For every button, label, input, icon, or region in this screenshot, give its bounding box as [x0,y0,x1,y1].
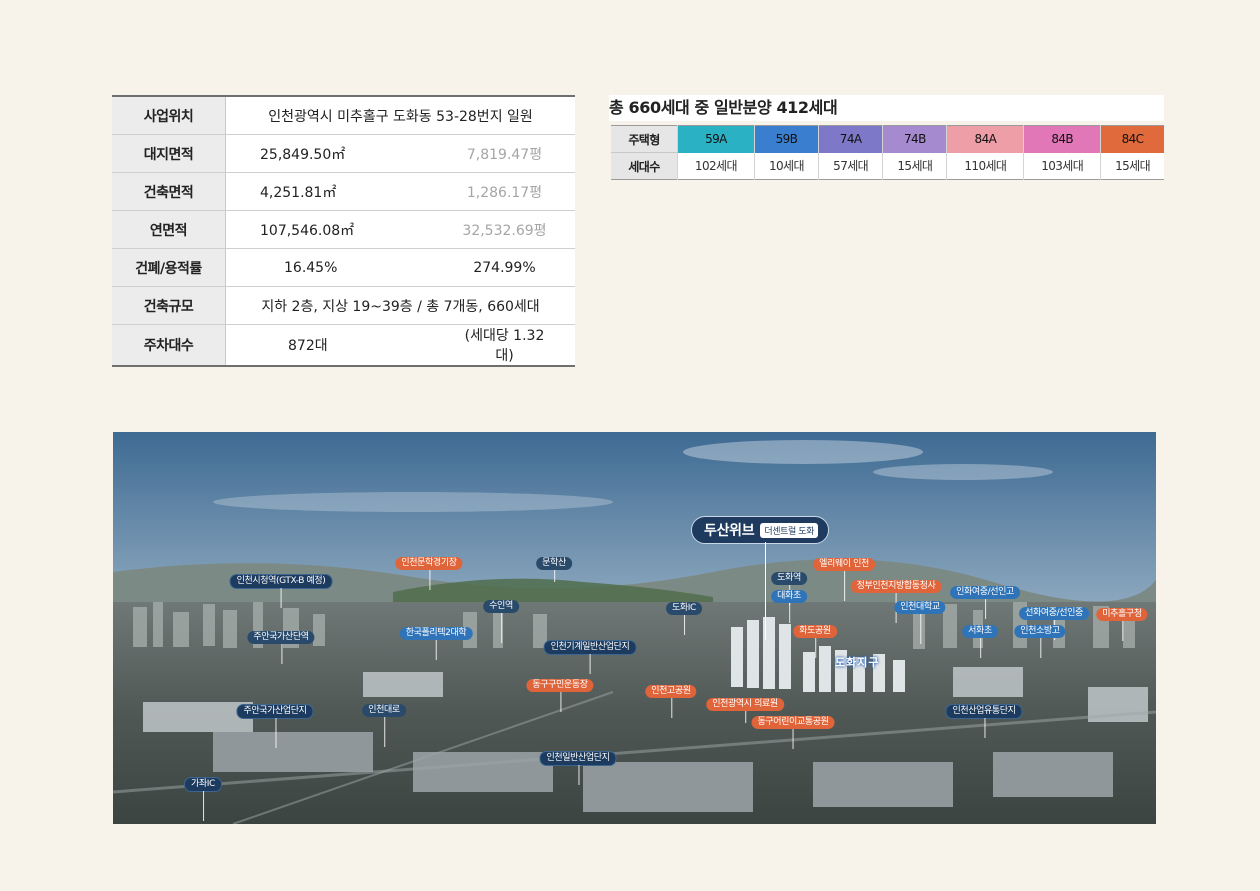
landmark-pin: 엘리웨이 인천 [813,558,875,601]
landmark-pin: 문학산 [536,557,572,582]
unit-count-row: 세대수 102세대 10세대 57세대 15세대 110세대 103세대 15세대 [611,152,1164,180]
aerial-background [113,432,1156,824]
unit-type-cell: 59A [677,125,755,153]
info-label: 대지면적 [112,134,226,173]
info-row-floor-area: 연면적 107,546.08㎡ 32,532.69평 [112,210,575,249]
landmark-pin: 도화IC [666,602,702,635]
info-label: 주차대수 [112,324,226,366]
info-row-scale: 건축규모 지하 2층, 지상 19~39층 / 총 7개동, 660세대 [112,286,575,325]
main-pin-line [765,542,766,640]
info-value-secondary: 274.99% [458,248,575,287]
unit-type-row: 주택형 59A 59B 74A 74B 84A 84B 84C [611,125,1164,153]
info-value: 872대 [288,338,328,354]
landmark-pin: 정부인천지방합동청사 [850,580,942,623]
landmark-pin: 인천광역시 의료원 [706,698,784,723]
landmark-pin: 주안국가산업단지 [236,704,314,748]
landmark-pin: 서화초 [962,625,998,658]
landmark-pin: 동구어린이교통공원 [751,716,835,749]
project-subname: 더센트럴 도화 [760,522,819,538]
unit-type-cell: 59B [754,125,820,153]
project-info-table: 사업위치 인천광역시 미추홀구 도화동 53-28번지 일원 대지면적 25,8… [112,95,575,367]
unit-count-cell: 102세대 [677,152,755,180]
landmark-pin: 수인역 [483,600,519,643]
info-label: 사업위치 [112,96,226,135]
project-brand: 두산위브 [704,523,755,539]
landmark-pin: 도화역 [771,572,807,605]
landmark-pin: 인천문학경기장 [395,557,463,590]
landmark-pin: 인천일반산업단지 [539,751,617,785]
unit-type-cell: 84C [1100,125,1164,153]
info-label: 건폐/용적률 [112,248,226,287]
unit-type-table: 주택형 59A 59B 74A 74B 84A 84B 84C 세대수 102세대 10세대 5… [611,125,1164,180]
landmark-pin: 인천대로 [362,704,406,747]
unit-type-cell: 84A [946,125,1025,153]
landmark-pin: 인천산업유통단지 [945,704,1023,738]
landmark-pin: 인천시청역(GTX-B 예정) [229,574,333,608]
info-row-site-area: 대지면적 25,849.50㎡ 7,819.47평 [112,134,575,173]
project-main-label: 두산위브 더센트럴 도화 [691,516,830,544]
unit-count-cell: 15세대 [882,152,948,180]
unit-type-cell: 74A [818,125,884,153]
unit-count-header: 세대수 [611,152,678,180]
landmark-pin: 동구구민운동장 [526,679,594,712]
landmark-pin: 인천고공원 [645,685,697,718]
info-row-location: 사업위치 인천광역시 미추홀구 도화동 53-28번지 일원 [112,96,575,135]
landmark-pin: 화도공원 [793,625,837,658]
unit-count-cell: 10세대 [754,152,820,180]
landmark-pin: 대화초 [771,590,807,623]
landmark-pin: 가좌IC [184,777,222,821]
info-value: 지하 2층, 지상 19~39층 / 총 7개동, 660세대 [225,286,575,325]
info-value-pyeong: 7,819.47평 [458,134,575,173]
unit-count-cell: 110세대 [946,152,1025,180]
info-value: 4,251.81㎡ [225,172,458,211]
landmark-pin: 인천대학교 [894,601,946,644]
unit-type-cell: 84B [1023,125,1102,153]
info-value: 16.45% [225,248,458,287]
info-row-parking: 주차대수 872대 (세대당 1.32대) [112,324,575,366]
landmark-pin: 인천소방고 [1014,625,1066,658]
unit-count-cell: 57세대 [818,152,884,180]
info-label: 연면적 [112,210,226,249]
unit-type-header: 주택형 [611,125,678,153]
landmark-pin: 한국폴리텍2대학 [399,627,473,660]
info-value: 107,546.08㎡ [225,210,458,249]
info-label: 건축면적 [112,172,226,211]
landmark-pin: 선화여중/선인중 [1019,607,1089,640]
landmark-pin: 주안국가산단역 [247,631,315,664]
landmark-pin: 미추홀구청 [1096,608,1148,641]
unit-count-cell: 15세대 [1115,159,1151,174]
info-value: 인천광역시 미추홀구 도화동 53-28번지 일원 [225,96,575,135]
landmark-pin: 인천기계일반산업단지 [543,640,637,674]
info-value-pyeong: 1,286.17평 [458,172,575,211]
unit-table-title: 총 660세대 중 일반분양 412세대 [609,95,1164,121]
site-label: 도화지구 [835,656,880,669]
unit-type-cell: 74B [882,125,948,153]
landmark-pin: 인화여중/선인고 [950,586,1020,619]
info-row-ratio: 건폐/용적률 16.45% 274.99% [112,248,575,287]
unit-count-cell: 103세대 [1023,152,1102,180]
aerial-location-map: 두산위브 더센트럴 도화 도화지구 인천시청역(GTX-B 예정) 인천문학경기… [113,432,1156,824]
info-value-secondary: (세대당 1.32대) [464,328,545,364]
info-row-building-area: 건축면적 4,251.81㎡ 1,286.17평 [112,172,575,211]
info-value: 25,849.50㎡ [225,134,458,173]
info-value-pyeong: 32,532.69평 [458,210,575,249]
info-label: 건축규모 [112,286,226,325]
